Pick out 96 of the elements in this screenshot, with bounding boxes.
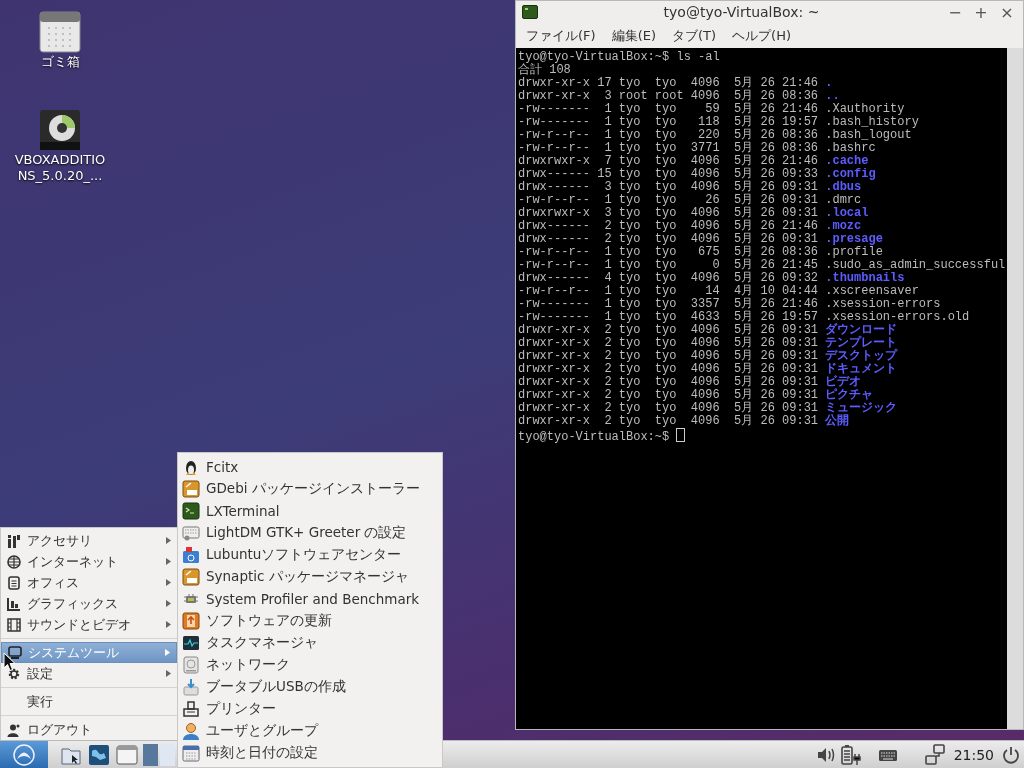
battery-icon xyxy=(839,743,862,766)
terminal-line: drwxr-xr-x 3 root root 4096 5月 26 08:36 .. xyxy=(518,90,840,103)
terminal-line: drwxr-xr-x 17 tyo tyo 4096 5月 26 21:46 . xyxy=(518,77,833,90)
package-icon xyxy=(182,480,200,498)
terminal-line: -rw------- 1 tyo tyo 4633 5月 26 19:57 .xsession-errors.old xyxy=(518,311,970,324)
printer-icon xyxy=(182,700,200,718)
power-icon xyxy=(1002,745,1020,764)
terminal-line: -rw-r--r-- 1 tyo tyo 675 5月 26 08:36 .profile xyxy=(518,246,883,259)
terminal-line: -rw------- 1 tyo tyo 118 5月 26 19:57 .bash_history xyxy=(518,116,919,129)
person-icon xyxy=(182,722,200,740)
monitor-icon xyxy=(8,645,22,660)
menu-item[interactable]: ヘルプ(H) xyxy=(724,26,799,45)
terminal-line: drwx------ 3 tyo tyo 4096 5月 26 09:31 .dbus xyxy=(518,181,862,194)
icon-label: VBOXADDITIONS_5.0.20_... xyxy=(13,152,107,184)
document-icon xyxy=(7,575,21,590)
menu-item[interactable]: ネットワーク xyxy=(178,654,442,676)
clock[interactable]: 21:50 xyxy=(949,746,998,763)
terminal-line: drwxr-xr-x 2 tyo tyo 4096 5月 26 09:31 ミュージック xyxy=(518,402,898,415)
desktop-switcher-button[interactable] xyxy=(143,743,158,766)
menu-item[interactable]: LXTerminal xyxy=(178,500,442,522)
film-icon xyxy=(7,617,21,632)
terminal-line: drwxr-xr-x 2 tyo tyo 4096 5月 26 09:31 公開 xyxy=(518,415,850,428)
menu-item[interactable]: インターネット xyxy=(1,551,177,572)
terminal-line: -rw------- 1 tyo tyo 3357 5月 26 21:46 .xsession-errors xyxy=(518,298,941,311)
menu-item[interactable]: アクセサリ xyxy=(1,530,177,551)
launcher-button[interactable] xyxy=(87,742,111,767)
minimize-button[interactable]: − xyxy=(945,2,965,22)
menu-item[interactable]: ファイル(F) xyxy=(518,26,604,45)
terminal-line: drwxr-xr-x 2 tyo tyo 4096 5月 26 09:31 ダウンロード xyxy=(518,324,898,337)
terminal-line: -rw-r--r-- 1 tyo tyo 26 5月 26 09:31 .dmrc xyxy=(518,194,862,207)
window-icon xyxy=(116,743,138,766)
terminal-line: drwxrwxr-x 7 tyo tyo 4096 5月 26 21:46 .cache xyxy=(518,155,869,168)
update-icon xyxy=(182,612,200,630)
keyboard-icon xyxy=(877,747,898,762)
calendar-icon xyxy=(182,744,200,762)
terminal-line: -rw------- 1 tyo tyo 59 5月 26 21:46 .Xauthority xyxy=(518,103,905,116)
graphics-icon xyxy=(7,596,21,611)
menu-item[interactable]: GDebi パッケージインストーラー xyxy=(178,478,442,500)
mouse-pointer-icon xyxy=(3,652,16,672)
bird-logo-icon xyxy=(13,743,35,766)
menu-item[interactable]: 設定 xyxy=(1,663,177,684)
menu-item[interactable]: タスクマネージャ xyxy=(178,632,442,654)
terminal-icon xyxy=(182,502,200,520)
terminal-line: drwxr-xr-x 2 tyo tyo 4096 5月 26 09:31 テンプレート xyxy=(518,337,898,350)
menu-item[interactable]: 実行 xyxy=(1,691,177,712)
terminal-line: -rw-r--r-- 1 tyo tyo 220 5月 26 08:36 .bash_logout xyxy=(518,129,912,142)
terminal-line: drwxr-xr-x 2 tyo tyo 4096 5月 26 09:31 ドキュメント xyxy=(518,363,898,376)
terminal-line: 合計 108 xyxy=(518,64,571,77)
menu-item[interactable]: Synaptic パッケージマネージャ xyxy=(178,566,442,588)
menu-item[interactable]: ユーザとグループ xyxy=(178,720,442,742)
terminal-line: drwx------ 15 tyo tyo 4096 5月 26 09:33 .config xyxy=(518,168,876,181)
terminal-line: drwxrwxr-x 3 tyo tyo 4096 5月 26 09:31 .local xyxy=(518,207,869,220)
terminal-icon xyxy=(522,5,538,19)
terminal-line: drwxr-xr-x 2 tyo tyo 4096 5月 26 09:31 ピクチャ xyxy=(518,389,874,402)
trash-bin-icon xyxy=(38,10,82,54)
disc-drive-icon xyxy=(38,108,82,152)
maximize-button[interactable]: + xyxy=(971,2,991,22)
menu-item[interactable]: 時刻と日付の設定 xyxy=(178,742,442,764)
network-icon xyxy=(923,743,946,766)
pulse-monitor-icon xyxy=(182,634,200,652)
gear-icon xyxy=(7,666,21,681)
start-button[interactable] xyxy=(0,741,48,768)
menu-item[interactable]: タブ(T) xyxy=(664,26,725,45)
terminal-line: tyo@tyo-VirtualBox:~$ ls -al xyxy=(518,51,720,64)
terminal-line: drwx------ 2 tyo tyo 4096 5月 26 09:31 .presage xyxy=(518,233,883,246)
world-map-icon xyxy=(88,743,110,766)
tools-icon xyxy=(7,533,21,548)
terminal-line: -rw-r--r-- 1 tyo tyo 0 5月 26 21:45 .sudo_as_admin_successful xyxy=(518,259,1006,272)
menu-item[interactable]: オフィス xyxy=(1,572,177,593)
menu-item[interactable]: ログアウト xyxy=(1,719,177,740)
menu-item[interactable]: グラフィックス xyxy=(1,593,177,614)
menu-item[interactable]: サウンドとビデオ xyxy=(1,614,177,635)
window-title: tyo@tyo-VirtualBox: ~ xyxy=(662,4,821,20)
desktop-switcher-button[interactable] xyxy=(160,743,175,766)
menu-item[interactable]: LightDM GTK+ Greeter の設定 xyxy=(178,522,442,544)
terminal-line: drwx------ 4 tyo tyo 4096 5月 26 09:32 .thumbnails xyxy=(518,272,905,285)
menu-item[interactable]: Lubuntuソフトウェアセンター xyxy=(178,544,442,566)
terminal-line: -rw-r--r-- 1 tyo tyo 3771 5月 26 08:36 .bashrc xyxy=(518,142,876,155)
text-cursor xyxy=(676,428,686,442)
menu-item[interactable]: 編集(E) xyxy=(603,26,664,45)
package-icon xyxy=(182,568,200,586)
icon-label: ゴミ箱 xyxy=(39,54,81,70)
terminal-line: drwxr-xr-x 2 tyo tyo 4096 5月 26 09:31 ビデオ xyxy=(518,376,862,389)
menu-item[interactable]: Fcitx xyxy=(178,456,442,478)
close-button[interactable]: × xyxy=(997,2,1017,22)
keyboard-icon xyxy=(182,524,200,542)
menu-item[interactable]: ソフトウェアの更新 xyxy=(178,610,442,632)
download-icon xyxy=(182,678,200,696)
menu-item[interactable]: System Profiler and Benchmark xyxy=(178,588,442,610)
terminal-line: -rw-r--r-- 1 tyo tyo 14 4月 10 04:44 .xscreensaver xyxy=(518,285,919,298)
terminal-line: drwx------ 2 tyo tyo 4096 5月 26 21:46 .mozc xyxy=(518,220,862,233)
person-icon xyxy=(7,722,21,737)
menu-item[interactable]: プリンター xyxy=(178,698,442,720)
menu-item[interactable]: ブータブルUSBの作成 xyxy=(178,676,442,698)
terminal-line: tyo@tyo-VirtualBox:~$ xyxy=(518,428,686,444)
globe-icon xyxy=(7,554,21,569)
